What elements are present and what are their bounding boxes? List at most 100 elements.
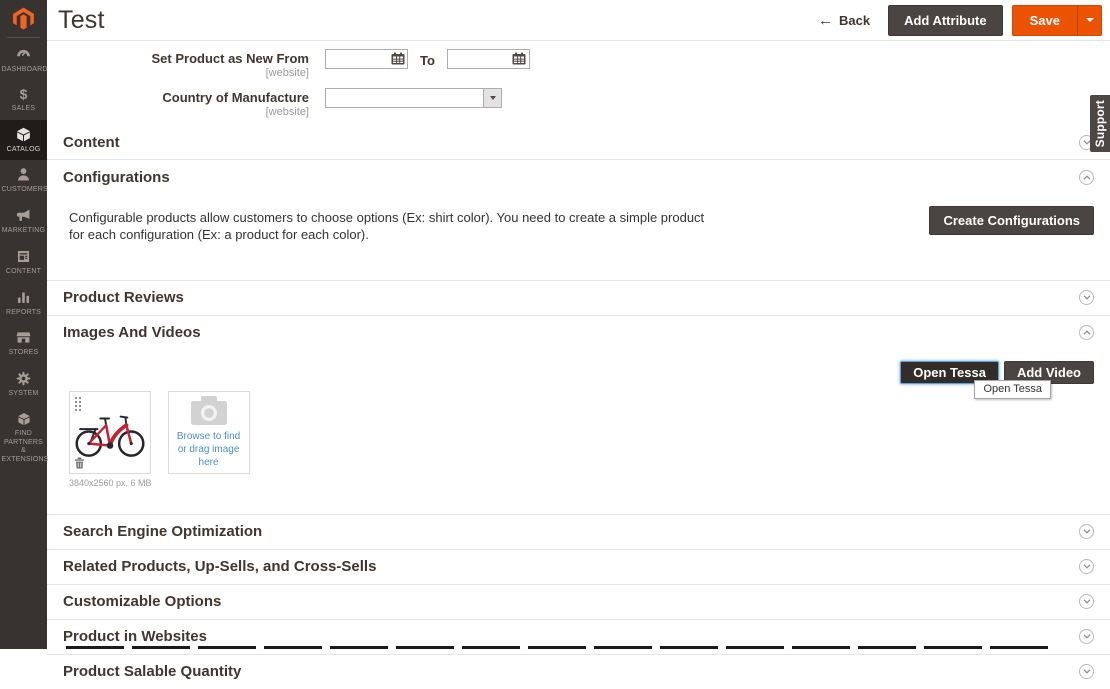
section-head-seo[interactable]: Search Engine Optimization [47,515,1110,549]
sidebar-item-label: REPORTS [6,309,41,318]
section-title: Product Reviews [63,289,1079,306]
new-to-date-wrap [447,49,530,69]
chevron-down-circle-icon[interactable] [1079,559,1094,574]
chevron-down-circle-icon[interactable] [1079,664,1094,679]
configurations-description: Configurable products allow customers to… [69,210,709,244]
back-button-label: Back [839,13,870,28]
image-size-caption: 3840x2560 px, 6 MB [69,478,152,488]
chevron-up-circle-icon[interactable] [1079,325,1094,340]
camera-icon [189,395,229,427]
delete-image-button[interactable] [74,457,85,469]
product-image-tile[interactable] [69,391,151,474]
drag-handle-icon[interactable] [75,397,81,411]
customers-person-icon [15,166,32,183]
chevron-down-circle-icon[interactable] [1079,290,1094,305]
chevron-down-icon [1086,18,1094,22]
sidebar-item-reports[interactable]: REPORTS [0,283,47,324]
media-gallery: 3840x2560 px, 6 MB Browse to find or dra… [69,391,1094,488]
admin-sidebar: DASHBOARD $ SALES CATALOG CUSTOMERS MARK… [0,0,47,649]
marketing-megaphone-icon [15,207,32,224]
sidebar-item-stores[interactable]: STORES [0,323,47,364]
section-related-products: Related Products, Up-Sells, and Cross-Se… [47,550,1110,585]
dashboard-gauge-icon [15,46,32,63]
sidebar-item-label: SALES [12,105,36,114]
scope-note: [website] [47,67,309,79]
section-title: Related Products, Up-Sells, and Cross-Se… [63,558,1079,575]
main-content: Test ← Back Add Attribute Save Set Produ… [47,0,1110,649]
catalog-box-icon [15,126,32,143]
section-title: Product in Websites [63,628,1079,645]
content-page-icon [15,248,32,265]
media-buttons-row: Open Tessa Add Video [69,361,1094,384]
section-head-customizable-options[interactable]: Customizable Options [47,585,1110,619]
section-images-and-videos: Images And Videos Open Tessa Add Video O… [47,316,1110,515]
field-label-block: Set Product as New From [website] [47,51,325,79]
sidebar-item-find-partners-extensions[interactable]: FIND PARTNERS & EXTENSIONS [0,405,47,471]
section-title: Search Engine Optimization [63,523,1079,540]
save-split-button: Save [1012,5,1102,36]
section-head-images-and-videos[interactable]: Images And Videos [47,316,1110,350]
sidebar-item-catalog[interactable]: CATALOG [0,120,47,161]
calendar-icon[interactable] [390,52,405,66]
sidebar-item-system[interactable]: SYSTEM [0,364,47,405]
support-tab[interactable]: Support [1090,95,1110,152]
sidebar-item-sales[interactable]: $ SALES [0,81,47,120]
uploader-hint-text: Browse to find or drag image here [173,430,245,469]
product-form: Set Product as New From [website] [47,41,1110,118]
to-label: To [420,53,435,68]
create-configurations-button[interactable]: Create Configurations [929,206,1094,235]
chevron-down-circle-icon[interactable] [1079,524,1094,539]
country-select[interactable] [325,88,502,108]
chevron-down-circle-icon[interactable] [1079,629,1094,644]
system-gear-icon [15,370,32,387]
sidebar-item-label: FIND PARTNERS & EXTENSIONS [2,430,46,465]
section-product-reviews: Product Reviews [47,281,1110,316]
page-title: Test [58,6,818,35]
reports-chart-icon [15,289,32,306]
sidebar-item-label: MARKETING [2,227,45,236]
magento-logo-icon [11,6,36,31]
back-button[interactable]: ← Back [818,12,870,29]
new-from-date-wrap [325,49,408,69]
images-and-videos-body: Open Tessa Add Video Open Tessa [47,350,1110,514]
image-upload-dropzone[interactable]: Browse to find or drag image here [168,391,250,474]
product-bike-image [73,405,147,459]
section-configurations: Configurations Configurable products all… [47,160,1110,281]
chevron-down-icon [490,96,496,100]
configurations-body: Configurable products allow customers to… [47,194,1110,280]
add-attribute-button[interactable]: Add Attribute [888,5,1003,36]
sidebar-item-content[interactable]: CONTENT [0,242,47,283]
section-head-product-salable-quantity[interactable]: Product Salable Quantity [47,655,1110,689]
support-tab-label: Support [1093,100,1107,147]
magento-logo[interactable] [0,0,47,37]
section-product-salable-quantity: Product Salable Quantity [47,655,1110,689]
section-seo: Search Engine Optimization [47,515,1110,550]
section-head-product-reviews[interactable]: Product Reviews [47,281,1110,315]
section-title: Configurations [63,169,1079,186]
save-button[interactable]: Save [1012,5,1077,36]
sidebar-item-marketing[interactable]: MARKETING [0,201,47,242]
sidebar-item-label: STORES [9,349,39,358]
sidebar-divider [7,37,40,38]
sidebar-item-label: CONTENT [6,268,41,277]
chevron-down-circle-icon[interactable] [1079,594,1094,609]
back-arrow-icon: ← [818,12,833,29]
section-content: Content [47,125,1110,160]
sidebar-item-label: CUSTOMERS [2,186,46,195]
section-head-related-products[interactable]: Related Products, Up-Sells, and Cross-Se… [47,550,1110,584]
sidebar-item-label: SYSTEM [9,390,39,399]
trash-icon [74,457,85,469]
chevron-up-circle-icon[interactable] [1079,170,1094,185]
country-label: Country of Manufacture [47,90,309,105]
section-head-content[interactable]: Content [47,125,1110,159]
select-arrow-button[interactable] [483,89,501,107]
sidebar-item-dashboard[interactable]: DASHBOARD [0,40,47,81]
section-head-configurations[interactable]: Configurations [47,160,1110,194]
save-options-toggle[interactable] [1077,5,1102,36]
accordion-sections: Content Configurations Configurable prod… [47,125,1110,689]
scope-note: [website] [47,106,309,118]
calendar-icon[interactable] [512,52,527,66]
sales-dollar-icon: $ [20,87,28,102]
sidebar-item-customers[interactable]: CUSTOMERS [0,160,47,201]
section-product-in-websites: Product in Websites [47,620,1110,655]
